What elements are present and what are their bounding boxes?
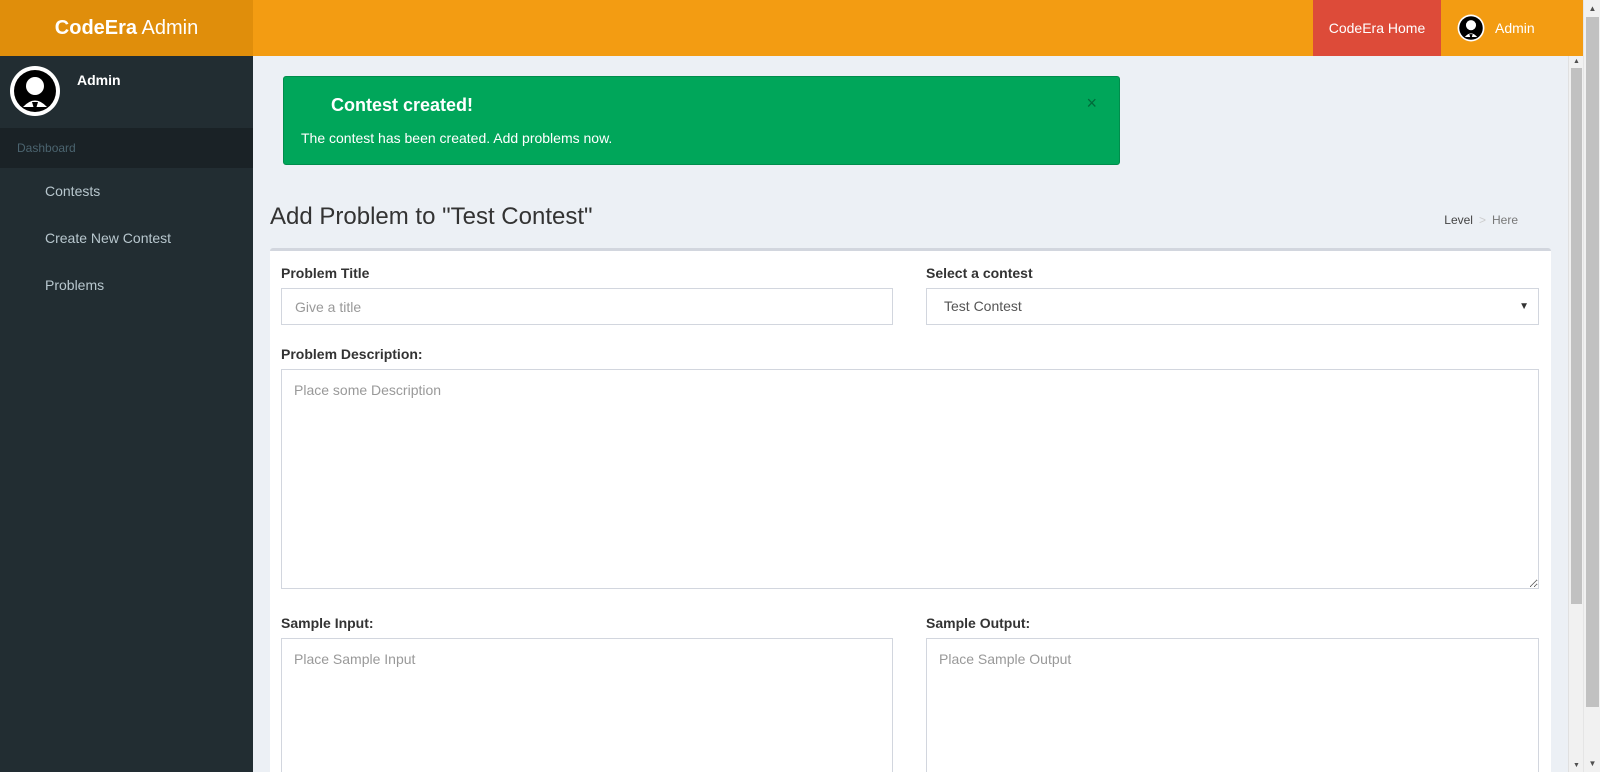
sidebar-user-name: Admin [77, 72, 121, 88]
select-contest-label: Select a contest [926, 265, 1033, 281]
success-alert: Contest created! The contest has been cr… [283, 76, 1120, 165]
sample-input-label: Sample Input: [281, 615, 374, 631]
sidebar: Admin Dashboard Contests Create New Cont… [0, 56, 253, 772]
problem-title-input[interactable] [281, 288, 893, 325]
breadcrumb-separator: > [1478, 213, 1486, 227]
alert-title: Contest created! [331, 95, 474, 115]
window-scroll-up-icon[interactable]: ▲ [1584, 0, 1600, 17]
sample-output-textarea[interactable] [926, 638, 1539, 772]
logo-rest: Admin [137, 17, 199, 39]
content-scrollbar-thumb[interactable] [1571, 68, 1582, 604]
page-title: Add Problem to "Test Contest" [270, 203, 593, 230]
scroll-down-arrow-icon[interactable]: ▼ [1569, 760, 1584, 772]
content-wrapper: Contest created! The contest has been cr… [253, 56, 1568, 772]
breadcrumb: Level > Here [1444, 213, 1518, 227]
window-scrollbar[interactable]: ▲ ▼ [1583, 0, 1600, 772]
sidebar-item-contests[interactable]: Contests [0, 168, 253, 215]
codeera-home-link[interactable]: CodeEra Home [1313, 0, 1441, 56]
breadcrumb-here: Here [1491, 213, 1518, 227]
user-menu[interactable]: Admin [1441, 0, 1584, 56]
problem-title-label: Problem Title [281, 265, 370, 281]
sidebar-section-header: Dashboard [0, 128, 253, 168]
scroll-up-arrow-icon[interactable]: ▲ [1569, 56, 1584, 68]
sidebar-item-create-new-contest[interactable]: Create New Contest [0, 215, 253, 262]
caret-down-icon: ▼ [1519, 301, 1529, 312]
problem-description-textarea[interactable] [281, 369, 1539, 589]
contest-select[interactable]: Test Contest ▼ [926, 288, 1539, 325]
sample-input-textarea[interactable] [281, 638, 893, 772]
sample-output-label: Sample Output: [926, 615, 1031, 631]
avatar-icon [10, 66, 60, 116]
sidebar-item-problems[interactable]: Problems [0, 262, 253, 309]
window-scroll-down-icon[interactable]: ▼ [1584, 755, 1600, 772]
user-avatar-icon [1457, 14, 1485, 42]
top-navbar: CodeEra Home Admin [253, 0, 1584, 56]
user-menu-label: Admin [1495, 20, 1535, 36]
breadcrumb-level[interactable]: Level [1444, 213, 1473, 227]
logo-bold: CodeEra [54, 17, 138, 39]
window-scrollbar-thumb[interactable] [1586, 17, 1599, 707]
content-scrollbar[interactable]: ▲ ▼ [1568, 56, 1583, 772]
problem-form-box: Problem Title Select a contest Test Cont… [270, 248, 1551, 772]
app-logo[interactable]: CodeEra Admin [0, 0, 253, 56]
problem-description-label: Problem Description: [281, 346, 423, 362]
contest-select-value: Test Contest [944, 298, 1022, 314]
sidebar-user-panel: Admin [0, 56, 253, 128]
alert-text: The contest has been created. Add proble… [301, 130, 613, 146]
close-icon[interactable]: × [1086, 93, 1097, 114]
